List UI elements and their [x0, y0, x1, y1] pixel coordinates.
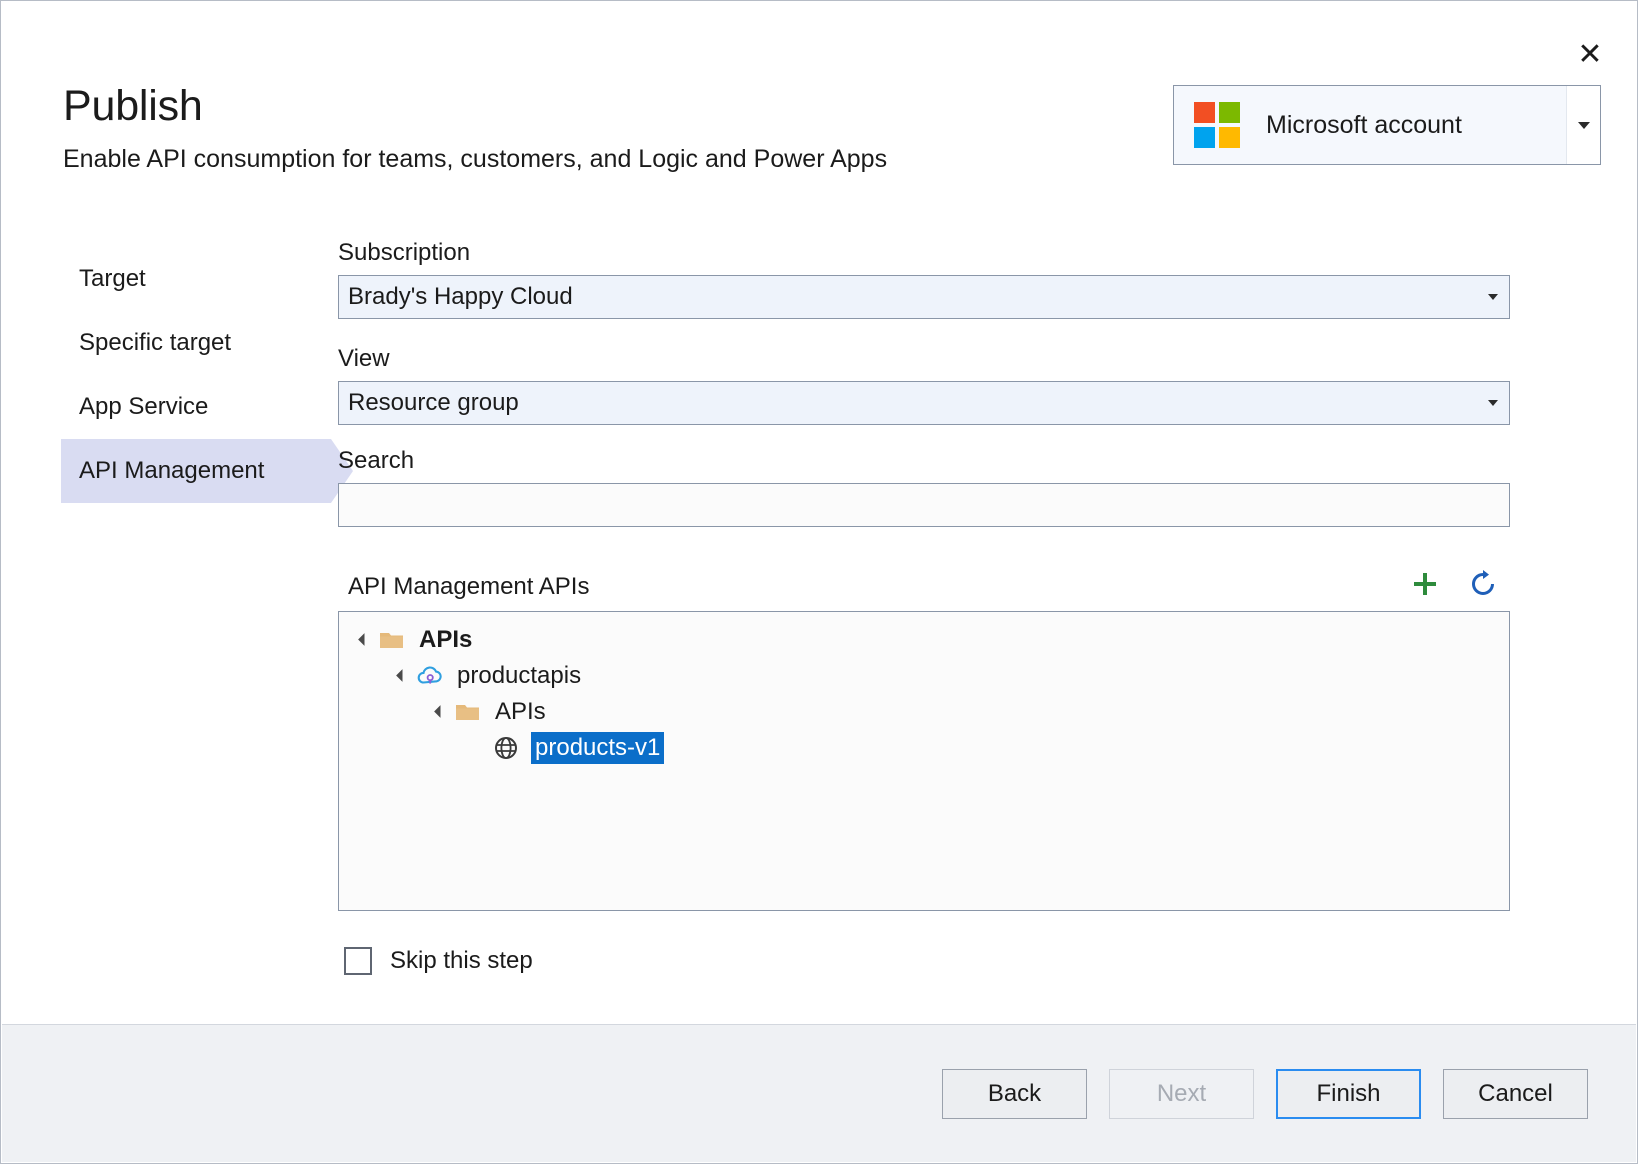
subscription-dropdown[interactable]: Brady's Happy Cloud: [338, 275, 1510, 319]
tree-item-label: APIs: [417, 626, 474, 654]
publish-dialog: ✕ Publish Enable API consumption for tea…: [0, 0, 1638, 1164]
view-dropdown[interactable]: Resource group: [338, 381, 1510, 425]
tree-item-products-v1[interactable]: products-v1: [339, 730, 1509, 766]
cloud-icon: [415, 662, 445, 690]
close-icon[interactable]: ✕: [1567, 35, 1613, 75]
tree-item-productapis[interactable]: productapis: [339, 658, 1509, 694]
folder-icon: [377, 626, 407, 654]
search-label: Search: [338, 447, 1510, 475]
dialog-header: Publish Enable API consumption for teams…: [63, 83, 887, 174]
api-list-toolbar: [1408, 567, 1510, 601]
sidebar-item-target[interactable]: Target: [61, 247, 331, 311]
subscription-dropdown-arrow[interactable]: [1477, 294, 1509, 300]
next-button: Next: [1109, 1069, 1254, 1119]
refresh-icon[interactable]: [1466, 567, 1500, 601]
account-dropdown-arrow[interactable]: [1566, 86, 1600, 164]
tree-item-label: APIs: [493, 698, 548, 726]
sidebar-item-api-management[interactable]: API Management: [61, 439, 331, 503]
skip-this-step-label: Skip this step: [390, 947, 533, 975]
sidebar-item-label: API Management: [79, 457, 264, 485]
tree-item-label: products-v1: [531, 732, 664, 764]
folder-icon: [453, 698, 483, 726]
add-icon[interactable]: [1408, 567, 1442, 601]
search-input[interactable]: [338, 483, 1510, 527]
view-label: View: [338, 345, 1510, 373]
api-management-tree[interactable]: APIs productapis: [338, 611, 1510, 911]
sidebar-item-label: Target: [79, 265, 146, 293]
api-list-title: API Management APIs: [348, 573, 589, 601]
subscription-label: Subscription: [338, 239, 1510, 267]
tree-item-apis-child[interactable]: APIs: [339, 694, 1509, 730]
tree-item-apis-root[interactable]: APIs: [339, 622, 1509, 658]
skip-this-step-checkbox[interactable]: Skip this step: [338, 947, 533, 975]
chevron-down-icon: [1578, 122, 1590, 129]
wizard-steps-nav: Target Specific target App Service API M…: [61, 247, 331, 503]
sidebar-item-app-service[interactable]: App Service: [61, 375, 331, 439]
back-button[interactable]: Back: [942, 1069, 1087, 1119]
dialog-footer: Back Next Finish Cancel: [2, 1024, 1636, 1162]
page-subtitle: Enable API consumption for teams, custom…: [63, 145, 887, 174]
sidebar-item-label: Specific target: [79, 329, 231, 357]
account-name: Microsoft account: [1266, 111, 1566, 140]
sidebar-item-specific-target[interactable]: Specific target: [61, 311, 331, 375]
microsoft-logo-icon: [1194, 102, 1240, 148]
api-list-header: API Management APIs: [338, 567, 1510, 601]
chevron-down-icon: [1488, 400, 1498, 406]
expander-icon[interactable]: [389, 673, 415, 680]
view-value: Resource group: [339, 389, 1477, 417]
sidebar-item-label: App Service: [79, 393, 208, 421]
publish-form: Subscription Brady's Happy Cloud View Re…: [338, 239, 1510, 975]
tree-item-label: productapis: [455, 662, 583, 690]
account-selector[interactable]: Microsoft account: [1173, 85, 1601, 165]
globe-icon: [491, 734, 521, 762]
finish-button[interactable]: Finish: [1276, 1069, 1421, 1119]
checkbox-box[interactable]: [344, 947, 372, 975]
subscription-value: Brady's Happy Cloud: [339, 283, 1477, 311]
expander-icon[interactable]: [427, 709, 453, 716]
expander-icon[interactable]: [351, 637, 377, 644]
chevron-down-icon: [1488, 294, 1498, 300]
cancel-button[interactable]: Cancel: [1443, 1069, 1588, 1119]
page-title: Publish: [63, 83, 887, 129]
view-dropdown-arrow[interactable]: [1477, 400, 1509, 406]
